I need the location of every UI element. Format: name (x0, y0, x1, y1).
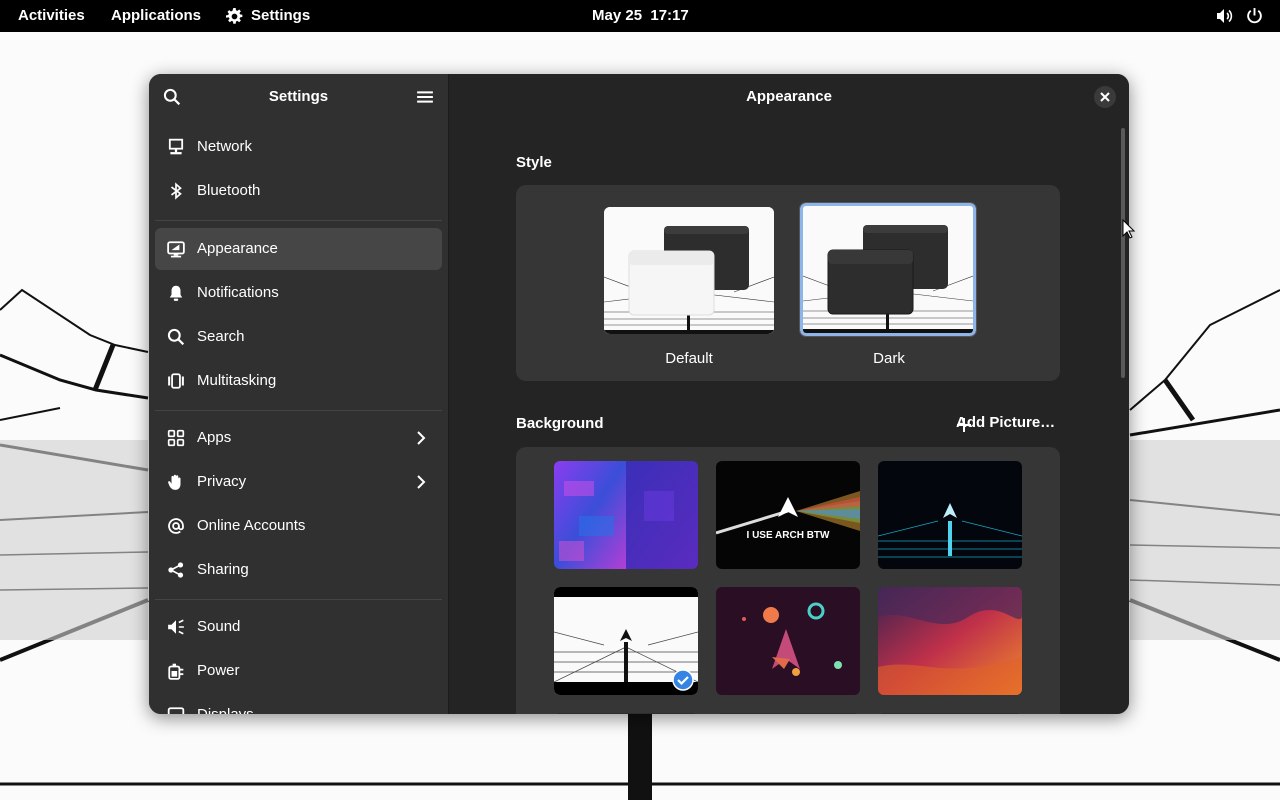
top-bar: Activities Applications Settings May 25 … (0, 0, 1280, 32)
sidebar-divider (155, 599, 442, 600)
sidebar-item-displays[interactable]: Displays (155, 694, 442, 714)
wallpaper-thumbnail[interactable] (554, 713, 698, 714)
content-panel: Appearance Style Default Dark Background… (449, 74, 1129, 714)
sidebar-item-label: Bluetooth (197, 182, 261, 199)
speaker-icon (167, 618, 185, 636)
close-button[interactable] (1094, 86, 1116, 108)
style-preview-dark (799, 202, 977, 337)
sidebar-item-label: Multitasking (197, 372, 277, 389)
wallpaper-thumbnail[interactable] (878, 713, 1022, 714)
app-menu-label: Settings (251, 7, 311, 24)
style-option-dark[interactable]: Dark (799, 202, 977, 367)
sidebar-item-notifications[interactable]: Notifications (155, 272, 442, 314)
sidebar-item-label: Sharing (197, 561, 249, 578)
sidebar-item-label: Online Accounts (197, 517, 306, 534)
wallpaper-thumbnail[interactable] (554, 461, 698, 569)
sidebar-header: Settings (149, 74, 448, 120)
share-icon (167, 561, 185, 579)
search-icon (167, 328, 185, 346)
wallpaper-thumbnail[interactable] (716, 713, 860, 714)
sidebar-item-label: Search (197, 328, 245, 345)
wallpaper-thumbnail[interactable]: I USE ARCH BTW (716, 461, 860, 569)
sidebar-item-appearance[interactable]: Appearance (155, 228, 442, 270)
sidebar-item-power[interactable]: Power (155, 650, 442, 692)
power-icon (1246, 7, 1263, 24)
sidebar-title: Settings (268, 88, 329, 105)
apps-icon (167, 429, 185, 447)
sidebar-divider (155, 410, 442, 411)
gear-icon (226, 8, 243, 25)
at-icon (167, 517, 185, 535)
wallpaper-thumbnail[interactable] (716, 587, 860, 695)
sidebar-item-label: Displays (197, 694, 254, 714)
display-icon (167, 706, 185, 714)
wallpaper-grid: I USE ARCH BTW (516, 447, 1060, 714)
sidebar-item-label: Appearance (197, 240, 278, 257)
content-scrollbar[interactable] (1121, 128, 1125, 378)
sidebar-item-apps[interactable]: Apps (155, 417, 442, 459)
hand-icon (167, 473, 185, 491)
volume-icon (1216, 8, 1234, 24)
applications-menu[interactable]: Applications (111, 0, 201, 32)
selected-check-icon (672, 669, 694, 695)
wallpaper-thumbnail[interactable] (878, 461, 1022, 569)
style-preview-default (604, 207, 774, 334)
sidebar-item-label: Power (197, 662, 240, 679)
sidebar-item-privacy[interactable]: Privacy (155, 461, 442, 503)
sidebar-item-network[interactable]: Network (155, 126, 442, 168)
sidebar: Settings Network Bluetooth Appearance No… (149, 74, 449, 714)
sidebar-item-label: Network (197, 138, 253, 155)
appearance-icon (167, 240, 185, 258)
network-icon (167, 138, 185, 156)
sidebar-item-label: Apps (197, 429, 232, 446)
chevron-right-icon (414, 430, 428, 450)
sidebar-item-online-accounts[interactable]: Online Accounts (155, 505, 442, 547)
sidebar-item-label: Privacy (197, 473, 247, 490)
style-option-default[interactable]: Default (604, 207, 776, 367)
sidebar-item-bluetooth[interactable]: Bluetooth (155, 170, 442, 212)
style-section-title: Style (516, 154, 552, 171)
style-option-label: Default (665, 350, 713, 367)
sidebar-item-multitasking[interactable]: Multitasking (155, 360, 442, 402)
sidebar-item-label: Notifications (197, 284, 279, 301)
activities-button[interactable]: Activities (18, 0, 85, 32)
add-picture-label: Add Picture… (956, 414, 1056, 431)
sidebar-item-search[interactable]: Search (155, 316, 442, 358)
mouse-cursor-icon (1122, 219, 1136, 239)
sidebar-divider (155, 220, 442, 221)
sidebar-item-sound[interactable]: Sound (155, 606, 442, 648)
multitasking-icon (167, 372, 185, 390)
sidebar-item-label: Sound (197, 618, 241, 635)
clock[interactable]: May 25 17:17 (592, 0, 689, 32)
main-menu-button[interactable] (410, 82, 440, 112)
style-option-label: Dark (873, 350, 905, 367)
style-selector: Default Dark (516, 185, 1060, 381)
chevron-right-icon (414, 474, 428, 494)
settings-window: Settings Network Bluetooth Appearance No… (149, 74, 1129, 714)
bluetooth-icon (167, 182, 185, 200)
bell-icon (167, 284, 185, 302)
wallpaper-thumbnail-selected[interactable] (554, 587, 698, 695)
background-section-title: Background (516, 415, 604, 432)
wallpaper-thumbnail[interactable] (878, 587, 1022, 695)
page-title: Appearance (746, 88, 832, 105)
battery-icon (167, 662, 185, 680)
sidebar-item-sharing[interactable]: Sharing (155, 549, 442, 591)
arch-wallpaper-text: I USE ARCH BTW (747, 530, 831, 541)
